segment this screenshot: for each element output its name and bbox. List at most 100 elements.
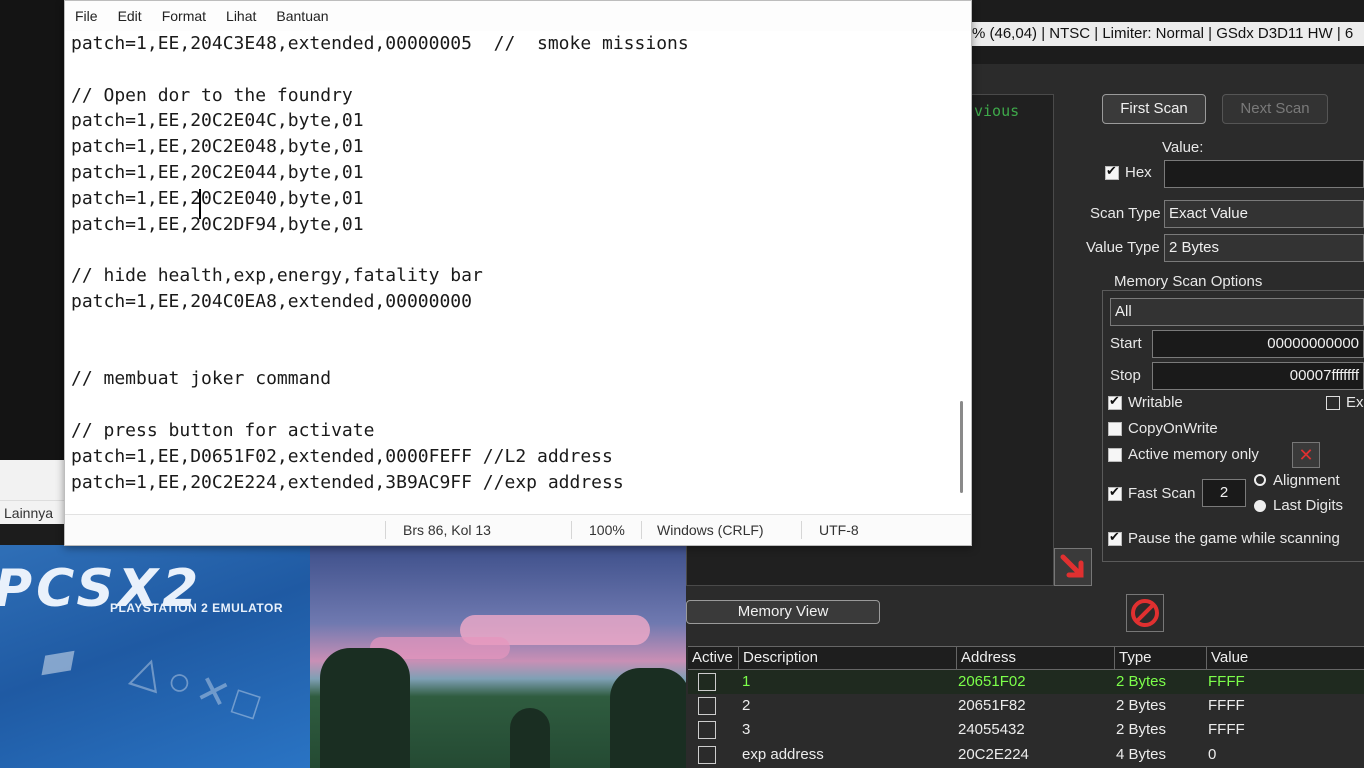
editor-line[interactable] [71, 57, 951, 83]
menu-format[interactable]: Format [162, 8, 206, 24]
active-memory-only-label: Active memory only [1128, 446, 1259, 463]
start-label: Start [1110, 335, 1142, 352]
editor-line[interactable]: // press button for activate [71, 418, 951, 444]
cell-value: FFFF [1208, 721, 1245, 738]
value-label: Value: [1162, 139, 1204, 156]
copy-on-write-label: CopyOnWrite [1128, 420, 1218, 437]
ps-symbols-icon: △○✕□ [126, 645, 271, 731]
editor-line[interactable]: // membuat joker command [71, 366, 951, 392]
writable-checkbox[interactable] [1108, 393, 1122, 410]
stop-address-input[interactable]: 00007fffffff [1152, 362, 1364, 390]
editor-line[interactable]: patch=1,EE,20C2E224,extended,3B9AC9FF //… [71, 470, 951, 496]
active-checkbox[interactable] [698, 673, 716, 691]
fast-scan-input[interactable]: 2 [1202, 479, 1246, 507]
editor-line[interactable]: patch=1,EE,D0651F02,extended,0000FEFF //… [71, 444, 951, 470]
emulator-title-bar: % (46,04) | NTSC | Limiter: Normal | GSd… [972, 22, 1364, 46]
menu-help[interactable]: Bantuan [276, 8, 328, 24]
close-icon[interactable]: ✕ [1292, 442, 1320, 468]
add-address-arrow-icon[interactable] [1054, 548, 1092, 586]
cell-description: 2 [742, 697, 751, 714]
editor-line[interactable]: // Open dor to the foundry [71, 83, 951, 109]
col-description[interactable]: Description [738, 647, 956, 669]
cell-description: exp address [742, 746, 824, 763]
col-address[interactable]: Address [956, 647, 1114, 669]
text-editor[interactable]: patch=1,EE,204C3E48,extended,00000005 //… [71, 31, 951, 517]
value-type-select[interactable]: 2 Bytes [1164, 234, 1364, 262]
zoom-level: 100% [589, 522, 625, 538]
editor-line[interactable] [71, 315, 951, 341]
first-scan-button[interactable]: First Scan [1102, 94, 1206, 124]
memory-region-select[interactable]: All [1110, 298, 1364, 326]
pcsx2-subtitle: PLAYSTATION 2 EMULATOR [110, 601, 284, 615]
menu-bar: File Edit Format Lihat Bantuan [65, 1, 971, 31]
cell-value: FFFF [1208, 697, 1245, 714]
browser-strip [0, 460, 70, 500]
editor-line[interactable]: patch=1,EE,20C2E04C,byte,01 [71, 108, 951, 134]
cursor-position: Brs 86, Kol 13 [403, 522, 491, 538]
executable-label: Ex [1346, 394, 1364, 411]
hex-checkbox[interactable] [1105, 163, 1119, 180]
landscape-wallpaper [310, 545, 686, 768]
fast-scan-label: Fast Scan [1128, 485, 1196, 502]
cell-description: 1 [742, 673, 751, 690]
start-address-input[interactable]: 00000000000 [1152, 330, 1364, 358]
vertical-scrollbar[interactable] [960, 401, 963, 493]
lainnya-tab[interactable]: Lainnya [0, 500, 64, 524]
table-row[interactable]: 2 20651F82 2 Bytes FFFF [688, 694, 1364, 718]
menu-file[interactable]: File [75, 8, 98, 24]
ps-shape-icon [41, 650, 75, 676]
pause-game-checkbox[interactable] [1108, 529, 1122, 546]
editor-line[interactable]: patch=1,EE,204C0EA8,extended,00000000 [71, 289, 951, 315]
cell-value: 0 [1208, 746, 1217, 763]
editor-line[interactable]: patch=1,EE,20C2E040,byte,01 [71, 186, 951, 212]
editor-line[interactable] [71, 392, 951, 418]
clear-list-icon[interactable] [1126, 594, 1164, 632]
value-input[interactable] [1164, 160, 1364, 188]
editor-line[interactable]: patch=1,EE,204C3E48,extended,00000005 //… [71, 31, 951, 57]
executable-checkbox[interactable] [1326, 396, 1340, 410]
alignment-radio[interactable] [1254, 474, 1266, 486]
table-row[interactable]: exp address 20C2E224 4 Bytes 0 [688, 743, 1364, 767]
value-type-label: Value Type [1086, 239, 1160, 256]
memory-scan-options-label: Memory Scan Options [1112, 273, 1265, 290]
active-checkbox[interactable] [698, 721, 716, 739]
status-bar: Brs 86, Kol 13 100% Windows (CRLF) UTF-8 [65, 514, 971, 545]
table-row[interactable]: 1 20651F02 2 Bytes FFFF [688, 670, 1364, 694]
editor-line[interactable]: patch=1,EE,20C2E044,byte,01 [71, 160, 951, 186]
col-value[interactable]: Value [1206, 647, 1364, 669]
address-table-header: Active Description Address Type Value [688, 646, 1364, 670]
cell-address: 20C2E224 [958, 746, 1029, 763]
menu-view[interactable]: Lihat [226, 8, 256, 24]
col-active[interactable]: Active [688, 647, 738, 669]
table-row[interactable]: 3 24055432 2 Bytes FFFF [688, 718, 1364, 742]
active-checkbox[interactable] [698, 697, 716, 715]
line-ending: Windows (CRLF) [657, 522, 764, 538]
hex-label: Hex [1125, 164, 1152, 181]
active-checkbox[interactable] [698, 746, 716, 764]
menu-edit[interactable]: Edit [118, 8, 142, 24]
editor-line[interactable] [71, 341, 951, 367]
notepad-window: File Edit Format Lihat Bantuan patch=1,E… [64, 0, 972, 546]
last-digits-radio[interactable] [1254, 500, 1266, 512]
fast-scan-checkbox[interactable] [1108, 484, 1122, 501]
cell-type: 2 Bytes [1116, 673, 1167, 690]
memory-view-button[interactable]: Memory View [686, 600, 880, 624]
cell-type: 2 Bytes [1116, 721, 1167, 738]
last-digits-label: Last Digits [1273, 497, 1344, 514]
cell-description: 3 [742, 721, 751, 738]
editor-line[interactable]: // hide health,exp,energy,fatality bar [71, 263, 951, 289]
text-cursor-icon [199, 189, 201, 219]
cell-address: 20651F02 [958, 673, 1026, 690]
desktop-background [0, 0, 70, 460]
editor-line[interactable] [71, 237, 951, 263]
active-memory-only-checkbox[interactable] [1108, 448, 1122, 462]
editor-line[interactable]: patch=1,EE,20C2E048,byte,01 [71, 134, 951, 160]
cell-address: 20651F82 [958, 697, 1026, 714]
editor-line[interactable]: patch=1,EE,20C2DF94,byte,01 [71, 212, 951, 238]
col-type[interactable]: Type [1114, 647, 1206, 669]
scan-type-select[interactable]: Exact Value [1164, 200, 1364, 228]
scan-type-label: Scan Type [1090, 205, 1161, 222]
next-scan-button[interactable]: Next Scan [1222, 94, 1328, 124]
encoding: UTF-8 [819, 522, 859, 538]
copy-on-write-checkbox[interactable] [1108, 422, 1122, 436]
